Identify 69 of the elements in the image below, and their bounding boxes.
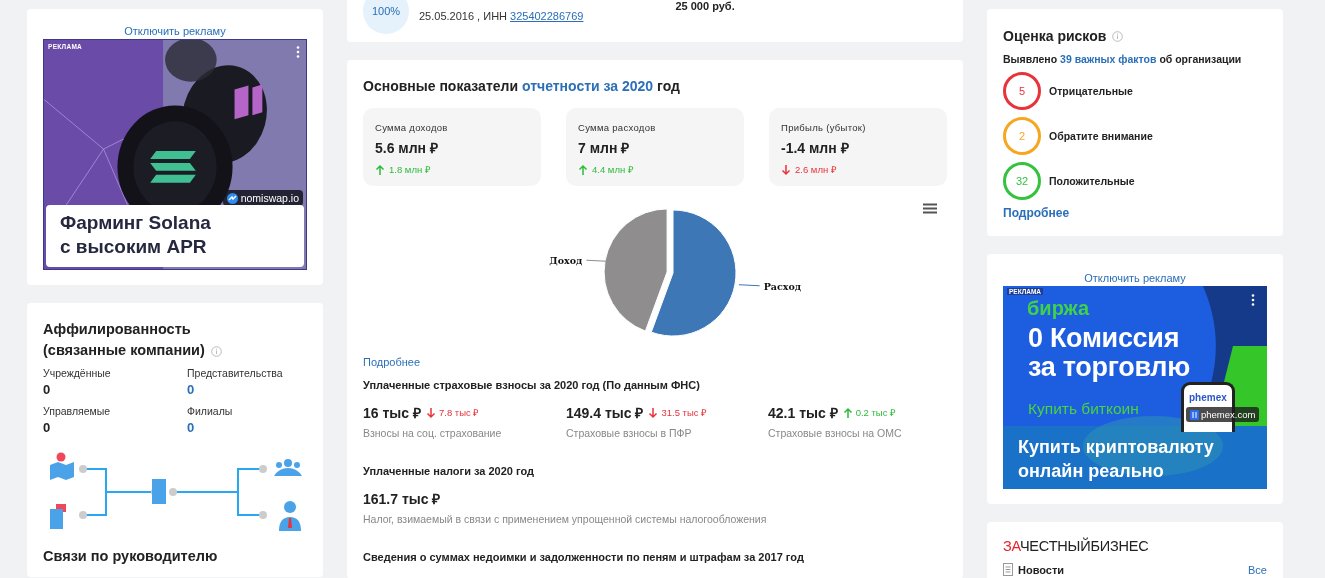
contribution-caption: Страховые взносы на ОМС [768,427,903,439]
contribution-caption: Взносы на соц. страхование [363,427,503,439]
inn-link[interactable]: 325402286769 [510,10,584,22]
capital-value: 25 000 руб. [675,0,735,12]
counter-link[interactable]: 0 [187,420,307,435]
brand-text: биржа [1027,298,1090,318]
risk-label: Отрицательные [1049,85,1133,97]
risk-count: 5 [1003,72,1041,110]
share-badge: 100% [363,0,409,34]
section-heading: Сведения о суммах недоимки и задолженности по пеням и штрафам за 2017 год [363,551,805,563]
metric-label: Сумма расходов [578,122,657,133]
contribution-change: 31.5 тыс ₽ [661,406,708,419]
metric-value: 7 млн ₽ [578,139,631,157]
registration-details: 25.05.2016 , ИНН [419,10,508,22]
ad-headline: 0 Комиссия за торговлю [1028,324,1190,382]
all-link[interactable]: Все [1248,563,1267,576]
more-icon[interactable] [1251,294,1255,306]
risk-summary: Выявлено 39 важных фактов об организации [1003,53,1243,65]
slice-label: Расход [763,280,802,292]
section-title: Связи по руководителю [43,547,219,566]
news-heading: Новости [1018,563,1065,576]
tax-caption: Налог, взимаемый в связи с применением упрощенной системы налогообложения [363,513,768,525]
risk-count: 2 [1003,117,1041,155]
ad-cta: Купить биткоин [1028,400,1139,418]
contribution-change: 0.2 тыс ₽ [855,406,897,419]
contribution-value: 42.1 тыс ₽ [768,404,838,422]
more-link[interactable]: Подробнее [363,356,421,368]
contribution-change: 7.8 тыс ₽ [438,406,480,419]
counter-link[interactable]: 0 [187,382,307,397]
risk-label: Обратите внимание [1049,130,1153,142]
counter-label: Филиалы [187,405,234,417]
metric-change: 4.4 млн ₽ [592,163,634,176]
advertiser-badge: nomiswap.io [222,190,303,206]
counter-label: Представительства [187,367,284,379]
leader-line [738,284,761,287]
facts-link[interactable]: 39 важных фактов [1060,53,1157,65]
counter-label: Управляемые [43,405,112,417]
section-title: Аффилированность (связанные компании) [43,320,205,360]
ad-headline[interactable]: Фарминг Solana с высоким APR [46,205,304,267]
counter-label: Учреждённые [43,367,112,379]
counter-value: 0 [43,420,52,435]
menu-icon[interactable] [923,203,937,214]
section-title: Основные показатели отчетности за 2020 год [363,77,681,96]
metric-value: 5.6 млн ₽ [375,139,439,157]
contribution-value: 149.4 тыс ₽ [566,404,644,422]
metric-value: -1.4 млн ₽ [781,139,850,157]
slice-label: Доход [549,255,583,267]
advertiser-badge: phemex.com [1186,407,1260,422]
document-icon [1003,563,1013,576]
risk-count: 32 [1003,162,1041,200]
contribution-value: 16 тыс ₽ [363,404,421,422]
metric-label: Прибыль (убыток) [781,122,867,133]
metric-label: Сумма доходов [375,122,449,133]
risk-label: Положительные [1049,175,1135,187]
disable-ads-link[interactable]: Отключить рекламу [124,25,226,37]
section-title: Оценка рисков [1003,27,1107,46]
app-name: phemex [1189,392,1227,403]
counter-value: 0 [43,382,52,397]
leader-line [585,259,608,262]
metric-change: 1.8 млн ₽ [389,163,431,176]
section-heading: Уплаченные налоги за 2020 год [363,465,535,477]
more-link[interactable]: Подробнее [1003,206,1070,220]
contribution-caption: Страховые взносы в ПФР [566,427,693,439]
tax-value: 161.7 тыс ₽ [363,490,442,508]
logo[interactable]: ЗАЧЕСТНЫЙБИЗНЕС [1003,538,1267,554]
metric-change: 2.6 млн ₽ [795,163,837,176]
disable-ads-link[interactable]: Отключить рекламу [1084,272,1186,284]
section-heading: Уплаченные страховые взносы за 2020 год (По данным ФНС) [363,379,701,391]
report-link[interactable]: отчетности за 2020 [521,78,654,94]
